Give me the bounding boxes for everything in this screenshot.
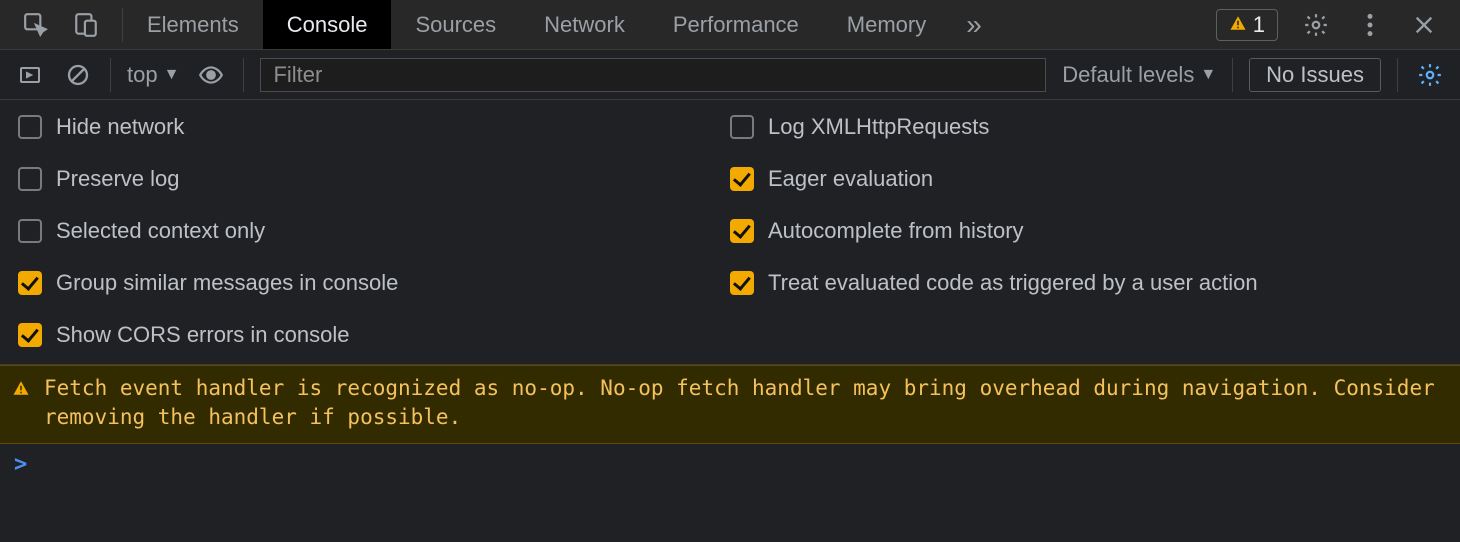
option-label: Eager evaluation — [768, 166, 933, 192]
kebab-menu-icon[interactable] — [1354, 9, 1386, 41]
tab-label: Elements — [147, 12, 239, 38]
console-prompt[interactable]: > — [0, 444, 1460, 485]
close-icon[interactable] — [1408, 9, 1440, 41]
checkbox[interactable] — [18, 271, 42, 295]
clear-console-icon[interactable] — [62, 59, 94, 91]
option-eager-eval[interactable]: Eager evaluation — [730, 166, 1442, 192]
option-autocomplete-history[interactable]: Autocomplete from history — [730, 218, 1442, 244]
checkbox[interactable] — [18, 115, 42, 139]
tab-label: Network — [544, 12, 625, 38]
issues-button[interactable]: No Issues — [1249, 58, 1381, 92]
tab-memory[interactable]: Memory — [823, 0, 950, 49]
option-label: Treat evaluated code as triggered by a u… — [768, 270, 1258, 296]
console-warning-message[interactable]: Fetch event handler is recognized as no-… — [0, 365, 1460, 444]
toggle-sidebar-icon[interactable] — [14, 59, 46, 91]
checkbox[interactable] — [730, 167, 754, 191]
option-selected-context[interactable]: Selected context only — [18, 218, 730, 244]
tab-console[interactable]: Console — [263, 0, 392, 49]
tab-performance[interactable]: Performance — [649, 0, 823, 49]
tab-network[interactable]: Network — [520, 0, 649, 49]
divider — [243, 58, 244, 92]
option-preserve-log[interactable]: Preserve log — [18, 166, 730, 192]
checkbox[interactable] — [730, 271, 754, 295]
tabs-overflow-icon[interactable]: » — [950, 0, 998, 49]
warning-count-badge[interactable]: 1 — [1216, 9, 1278, 41]
context-label: top — [127, 62, 158, 88]
checkbox[interactable] — [18, 323, 42, 347]
device-toolbar-icon[interactable] — [70, 9, 102, 41]
tab-label: Console — [287, 12, 368, 38]
issues-label: No Issues — [1266, 62, 1364, 87]
option-label: Show CORS errors in console — [56, 322, 349, 348]
filter-input[interactable] — [260, 58, 1046, 92]
live-expression-icon[interactable] — [195, 59, 227, 91]
option-label: Selected context only — [56, 218, 265, 244]
checkbox[interactable] — [18, 167, 42, 191]
divider — [110, 58, 111, 92]
option-group-similar[interactable]: Group similar messages in console — [18, 270, 730, 296]
console-settings-panel: Hide network Log XMLHttpRequests Preserv… — [0, 100, 1460, 365]
tab-label: Performance — [673, 12, 799, 38]
warning-triangle-icon — [1229, 12, 1247, 38]
prompt-chevron-icon: > — [14, 452, 27, 477]
execution-context-dropdown[interactable]: top ▼ — [127, 62, 179, 88]
tab-label: Sources — [415, 12, 496, 38]
option-label: Group similar messages in console — [56, 270, 398, 296]
warning-triangle-icon — [12, 374, 30, 433]
option-label: Hide network — [56, 114, 184, 140]
console-toolbar: top ▼ Default levels ▼ No Issues — [0, 50, 1460, 100]
console-settings-gear-icon[interactable] — [1414, 59, 1446, 91]
tab-label: Memory — [847, 12, 926, 38]
option-show-cors[interactable]: Show CORS errors in console — [18, 322, 730, 348]
divider — [1232, 58, 1233, 92]
tab-elements[interactable]: Elements — [123, 0, 263, 49]
chevron-down-icon: ▼ — [164, 66, 180, 84]
devtools-tabbar: Elements Console Sources Network Perform… — [0, 0, 1460, 50]
option-label: Preserve log — [56, 166, 180, 192]
warning-count: 1 — [1253, 12, 1265, 38]
option-log-xhr[interactable]: Log XMLHttpRequests — [730, 114, 1442, 140]
log-levels-dropdown[interactable]: Default levels ▼ — [1062, 62, 1216, 88]
levels-label: Default levels — [1062, 62, 1194, 88]
divider — [1397, 58, 1398, 92]
option-hide-network[interactable]: Hide network — [18, 114, 730, 140]
option-label: Autocomplete from history — [768, 218, 1024, 244]
chevron-down-icon: ▼ — [1200, 66, 1216, 84]
inspect-element-icon[interactable] — [20, 9, 52, 41]
option-treat-user-action[interactable]: Treat evaluated code as triggered by a u… — [730, 270, 1442, 296]
option-label: Log XMLHttpRequests — [768, 114, 989, 140]
settings-gear-icon[interactable] — [1300, 9, 1332, 41]
checkbox[interactable] — [730, 219, 754, 243]
tab-sources[interactable]: Sources — [391, 0, 520, 49]
checkbox[interactable] — [18, 219, 42, 243]
checkbox[interactable] — [730, 115, 754, 139]
warning-text: Fetch event handler is recognized as no-… — [44, 374, 1448, 433]
